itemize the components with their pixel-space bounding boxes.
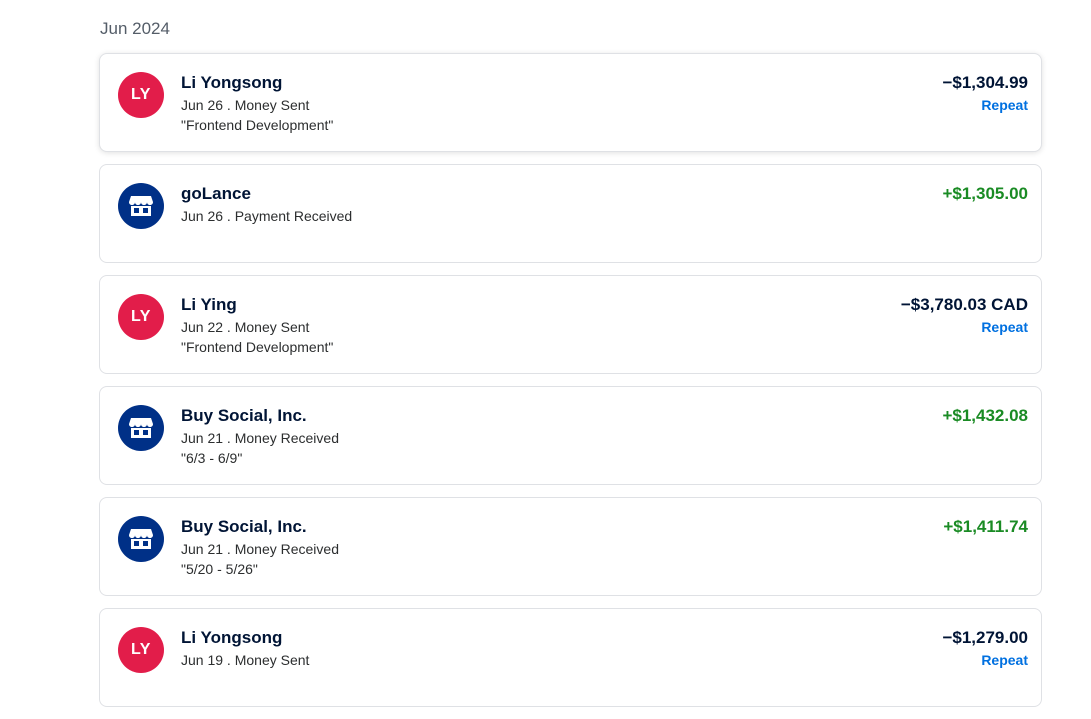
transaction-amount: −$1,279.00 xyxy=(942,628,1028,647)
transaction-note: "Frontend Development" xyxy=(181,339,334,355)
store-icon xyxy=(118,405,164,451)
transaction-meta: Jun 26 . Money Sent xyxy=(181,97,310,113)
counterparty-name: Buy Social, Inc. xyxy=(181,406,307,425)
transaction-note: "5/20 - 5/26" xyxy=(181,561,258,577)
repeat-link[interactable]: Repeat xyxy=(981,319,1028,335)
transaction-card[interactable]: LY Li Ying Jun 22 . Money Sent "Frontend… xyxy=(99,275,1042,374)
transaction-meta: Jun 21 . Money Received xyxy=(181,430,339,446)
transaction-card[interactable]: goLance Jun 26 . Payment Received +$1,30… xyxy=(99,164,1042,263)
counterparty-name: goLance xyxy=(181,184,251,203)
avatar: LY xyxy=(118,72,164,118)
transaction-amount: +$1,432.08 xyxy=(942,406,1028,425)
avatar: LY xyxy=(118,627,164,673)
counterparty-name: Li Ying xyxy=(181,295,237,314)
counterparty-name: Buy Social, Inc. xyxy=(181,517,307,536)
transaction-amount: −$1,304.99 xyxy=(942,73,1028,92)
section-heading: Jun 2024 xyxy=(100,19,170,38)
transaction-note: "Frontend Development" xyxy=(181,117,334,133)
transaction-meta: Jun 21 . Money Received xyxy=(181,541,339,557)
repeat-link[interactable]: Repeat xyxy=(981,97,1028,113)
transaction-amount: +$1,305.00 xyxy=(942,184,1028,203)
transaction-card[interactable]: LY Li Yongsong Jun 26 . Money Sent "Fron… xyxy=(99,53,1042,152)
store-icon xyxy=(118,516,164,562)
transaction-list: LY Li Yongsong Jun 26 . Money Sent "Fron… xyxy=(99,53,1042,719)
store-icon xyxy=(118,183,164,229)
repeat-link[interactable]: Repeat xyxy=(981,652,1028,668)
transaction-card[interactable]: LY Li Yongsong Jun 19 . Money Sent −$1,2… xyxy=(99,608,1042,707)
transaction-amount: +$1,411.74 xyxy=(943,517,1028,536)
transaction-meta: Jun 22 . Money Sent xyxy=(181,319,310,335)
avatar: LY xyxy=(118,294,164,340)
counterparty-name: Li Yongsong xyxy=(181,73,283,92)
transaction-note: "6/3 - 6/9" xyxy=(181,450,243,466)
transaction-card[interactable]: Buy Social, Inc. Jun 21 . Money Received… xyxy=(99,497,1042,596)
transaction-meta: Jun 26 . Payment Received xyxy=(181,208,353,224)
transaction-meta: Jun 19 . Money Sent xyxy=(181,652,310,668)
transaction-card[interactable]: Buy Social, Inc. Jun 21 . Money Received… xyxy=(99,386,1042,485)
counterparty-name: Li Yongsong xyxy=(181,628,283,647)
transaction-amount: −$3,780.03 CAD xyxy=(900,295,1028,314)
